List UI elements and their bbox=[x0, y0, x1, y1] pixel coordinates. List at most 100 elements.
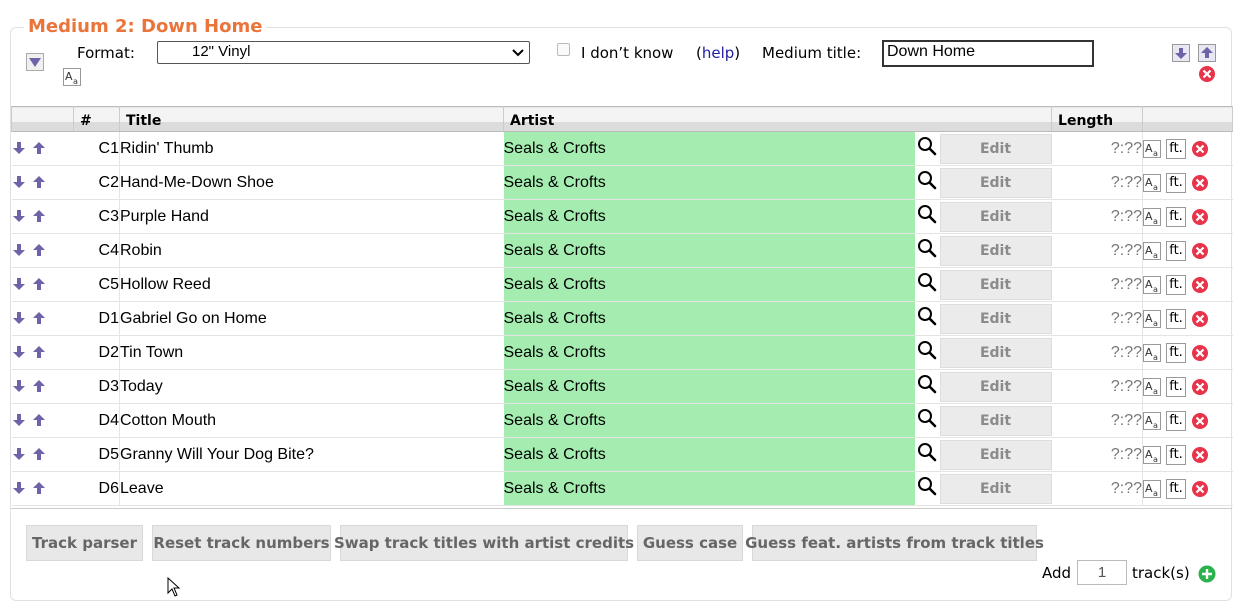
edit-artist-button[interactable]: Edit bbox=[939, 235, 1052, 266]
feat-artist-button[interactable]: ft. bbox=[1166, 138, 1187, 159]
track-length[interactable]: ?:?? bbox=[1051, 301, 1143, 336]
remove-icon[interactable] bbox=[1191, 446, 1209, 464]
move-medium-down-button[interactable] bbox=[1172, 44, 1190, 62]
search-icon[interactable] bbox=[914, 301, 940, 336]
add-icon[interactable] bbox=[1198, 565, 1216, 583]
arrow-down-icon[interactable] bbox=[12, 379, 26, 393]
track-artist[interactable]: Seals & Crofts bbox=[503, 403, 915, 438]
remove-icon[interactable] bbox=[1191, 378, 1209, 396]
arrow-down-icon[interactable] bbox=[12, 413, 26, 427]
arrow-up-icon[interactable] bbox=[32, 345, 46, 359]
track-number[interactable]: D1 bbox=[73, 301, 120, 336]
search-icon[interactable] bbox=[914, 369, 940, 404]
track-length[interactable]: ?:?? bbox=[1051, 233, 1143, 268]
arrow-up-icon[interactable] bbox=[32, 379, 46, 393]
collapse-medium-button[interactable] bbox=[26, 53, 44, 71]
track-artist[interactable]: Seals & Crofts bbox=[503, 233, 915, 268]
arrow-up-icon[interactable] bbox=[32, 141, 46, 155]
guess-case-button[interactable]: Guess case bbox=[637, 525, 743, 561]
track-length[interactable]: ?:?? bbox=[1051, 165, 1143, 200]
track-length[interactable]: ?:?? bbox=[1051, 471, 1143, 506]
arrow-down-icon[interactable] bbox=[12, 345, 26, 359]
track-length[interactable]: ?:?? bbox=[1051, 267, 1143, 302]
arrow-up-icon[interactable] bbox=[32, 413, 46, 427]
feat-artist-button[interactable]: ft. bbox=[1166, 240, 1187, 261]
search-icon[interactable] bbox=[914, 437, 940, 472]
add-track-count-input[interactable]: 1 bbox=[1077, 560, 1127, 585]
track-number[interactable]: C5 bbox=[73, 267, 120, 302]
track-length[interactable]: ?:?? bbox=[1051, 403, 1143, 438]
feat-artist-button[interactable]: ft. bbox=[1166, 478, 1187, 499]
track-title[interactable]: Tin Town bbox=[119, 335, 504, 370]
help-link[interactable]: help bbox=[702, 44, 734, 62]
track-title[interactable]: Robin bbox=[119, 233, 504, 268]
track-title[interactable]: Granny Will Your Dog Bite? bbox=[119, 437, 504, 472]
guess-case-track-button[interactable]: Aa bbox=[1143, 343, 1162, 362]
arrow-down-icon[interactable] bbox=[12, 277, 26, 291]
feat-artist-button[interactable]: ft. bbox=[1166, 274, 1187, 295]
arrow-down-icon[interactable] bbox=[12, 243, 26, 257]
guess-case-track-button[interactable]: Aa bbox=[1143, 275, 1162, 294]
guess-feat-artists-button[interactable]: Guess feat. artists from track titles bbox=[745, 525, 1044, 561]
track-title[interactable]: Cotton Mouth bbox=[119, 403, 504, 438]
remove-icon[interactable] bbox=[1191, 480, 1209, 498]
search-icon[interactable] bbox=[914, 267, 940, 302]
feat-artist-button[interactable]: ft. bbox=[1166, 410, 1187, 431]
guess-case-track-button[interactable]: Aa bbox=[1143, 479, 1162, 498]
remove-icon[interactable] bbox=[1191, 412, 1209, 430]
guess-case-track-button[interactable]: Aa bbox=[1143, 445, 1162, 464]
arrow-down-icon[interactable] bbox=[12, 209, 26, 223]
track-title[interactable]: Ridin' Thumb bbox=[119, 131, 504, 166]
guess-case-track-button[interactable]: Aa bbox=[1143, 377, 1162, 396]
feat-artist-button[interactable]: ft. bbox=[1166, 376, 1187, 397]
track-artist[interactable]: Seals & Crofts bbox=[503, 165, 915, 200]
arrow-down-icon[interactable] bbox=[12, 481, 26, 495]
guess-case-medium-button[interactable]: Aa bbox=[63, 68, 81, 86]
track-artist[interactable]: Seals & Crofts bbox=[503, 369, 915, 404]
edit-artist-button[interactable]: Edit bbox=[939, 269, 1052, 300]
feat-artist-button[interactable]: ft. bbox=[1166, 342, 1187, 363]
track-number[interactable]: C4 bbox=[73, 233, 120, 268]
idk-checkbox[interactable] bbox=[557, 43, 570, 56]
edit-artist-button[interactable]: Edit bbox=[939, 201, 1052, 232]
remove-icon[interactable] bbox=[1191, 242, 1209, 260]
remove-icon[interactable] bbox=[1191, 344, 1209, 362]
search-icon[interactable] bbox=[914, 471, 940, 506]
track-title[interactable]: Hand-Me-Down Shoe bbox=[119, 165, 504, 200]
remove-icon[interactable] bbox=[1191, 140, 1209, 158]
feat-artist-button[interactable]: ft. bbox=[1166, 308, 1187, 329]
reset-track-numbers-button[interactable]: Reset track numbers bbox=[152, 525, 331, 561]
guess-case-track-button[interactable]: Aa bbox=[1143, 411, 1162, 430]
track-title[interactable]: Purple Hand bbox=[119, 199, 504, 234]
track-number[interactable]: D6 bbox=[73, 471, 120, 506]
track-length[interactable]: ?:?? bbox=[1051, 335, 1143, 370]
arrow-up-icon[interactable] bbox=[32, 447, 46, 461]
arrow-down-icon[interactable] bbox=[12, 447, 26, 461]
arrow-up-icon[interactable] bbox=[32, 209, 46, 223]
edit-artist-button[interactable]: Edit bbox=[939, 133, 1052, 164]
arrow-up-icon[interactable] bbox=[32, 243, 46, 257]
track-number[interactable]: C3 bbox=[73, 199, 120, 234]
track-parser-button[interactable]: Track parser bbox=[26, 525, 143, 561]
arrow-down-icon[interactable] bbox=[12, 311, 26, 325]
arrow-down-icon[interactable] bbox=[12, 175, 26, 189]
track-artist[interactable]: Seals & Crofts bbox=[503, 267, 915, 302]
edit-artist-button[interactable]: Edit bbox=[939, 371, 1052, 402]
remove-icon[interactable] bbox=[1191, 174, 1209, 192]
search-icon[interactable] bbox=[914, 165, 940, 200]
search-icon[interactable] bbox=[914, 233, 940, 268]
search-icon[interactable] bbox=[914, 403, 940, 438]
track-artist[interactable]: Seals & Crofts bbox=[503, 471, 915, 506]
track-length[interactable]: ?:?? bbox=[1051, 199, 1143, 234]
track-artist[interactable]: Seals & Crofts bbox=[503, 437, 915, 472]
feat-artist-button[interactable]: ft. bbox=[1166, 172, 1187, 193]
track-artist[interactable]: Seals & Crofts bbox=[503, 131, 915, 166]
edit-artist-button[interactable]: Edit bbox=[939, 439, 1052, 470]
track-artist[interactable]: Seals & Crofts bbox=[503, 335, 915, 370]
medium-title-input[interactable]: Down Home bbox=[882, 40, 1094, 67]
guess-case-track-button[interactable]: Aa bbox=[1143, 173, 1162, 192]
edit-artist-button[interactable]: Edit bbox=[939, 405, 1052, 436]
track-artist[interactable]: Seals & Crofts bbox=[503, 199, 915, 234]
arrow-down-icon[interactable] bbox=[12, 141, 26, 155]
feat-artist-button[interactable]: ft. bbox=[1166, 206, 1187, 227]
